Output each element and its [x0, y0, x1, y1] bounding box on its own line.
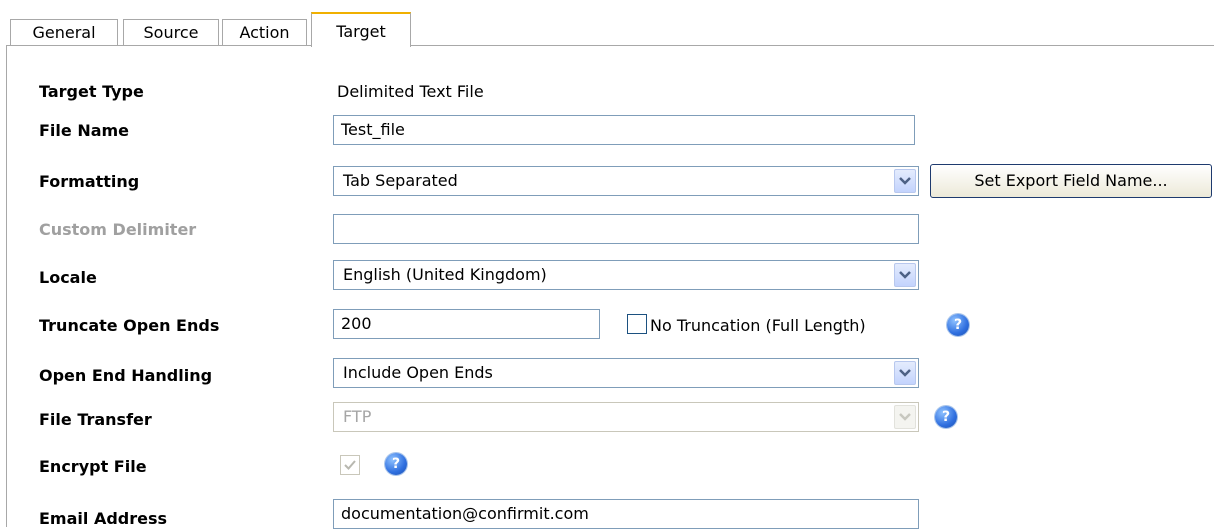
file-transfer-value: FTP — [343, 407, 372, 426]
chevron-down-icon[interactable] — [894, 361, 916, 385]
help-icon[interactable]: ? — [385, 453, 407, 475]
encrypt-file-label: Encrypt File — [39, 457, 147, 476]
no-truncation-label: No Truncation (Full Length) — [650, 316, 866, 335]
target-type-label: Target Type — [39, 82, 144, 101]
file-transfer-label: File Transfer — [39, 410, 152, 429]
tab-action[interactable]: Action — [222, 19, 307, 45]
custom-delimiter-input[interactable] — [333, 214, 919, 244]
formatting-select[interactable]: Tab Separated — [333, 166, 919, 196]
email-address-input[interactable]: documentation@confirmit.com — [333, 499, 919, 529]
no-truncation-checkbox[interactable] — [627, 314, 647, 334]
open-end-handling-value: Include Open Ends — [343, 363, 493, 382]
checkmark-icon — [344, 460, 356, 470]
tab-general[interactable]: General — [10, 19, 118, 45]
email-address-label: Email Address — [39, 509, 168, 528]
locale-label: Locale — [39, 268, 97, 287]
custom-delimiter-label: Custom Delimiter — [39, 220, 197, 239]
chevron-down-icon[interactable] — [894, 169, 916, 193]
encrypt-file-checkbox[interactable] — [340, 455, 360, 475]
tab-source[interactable]: Source — [123, 19, 219, 45]
formatting-label: Formatting — [39, 172, 140, 191]
tab-divider — [6, 45, 1214, 46]
chevron-down-icon[interactable] — [894, 405, 916, 429]
panel-border — [6, 46, 7, 527]
open-end-handling-label: Open End Handling — [39, 366, 213, 385]
locale-value: English (United Kingdom) — [343, 265, 547, 284]
truncate-open-ends-label: Truncate Open Ends — [39, 316, 220, 335]
open-end-handling-select[interactable]: Include Open Ends — [333, 358, 919, 388]
tab-bar: General Source Action Target — [0, 0, 1214, 47]
set-export-field-name-button[interactable]: Set Export Field Name... — [930, 164, 1212, 198]
tab-target[interactable]: Target — [311, 12, 411, 47]
target-type-value: Delimited Text File — [337, 82, 484, 101]
file-name-input[interactable]: Test_file — [333, 115, 915, 145]
truncate-open-ends-input[interactable]: 200 — [333, 309, 600, 339]
locale-select[interactable]: English (United Kingdom) — [333, 260, 919, 290]
help-icon[interactable]: ? — [947, 314, 969, 336]
chevron-down-icon[interactable] — [894, 263, 916, 287]
file-name-label: File Name — [39, 121, 130, 140]
help-icon[interactable]: ? — [935, 406, 957, 428]
file-transfer-select[interactable]: FTP — [333, 402, 919, 432]
formatting-value: Tab Separated — [343, 171, 458, 190]
